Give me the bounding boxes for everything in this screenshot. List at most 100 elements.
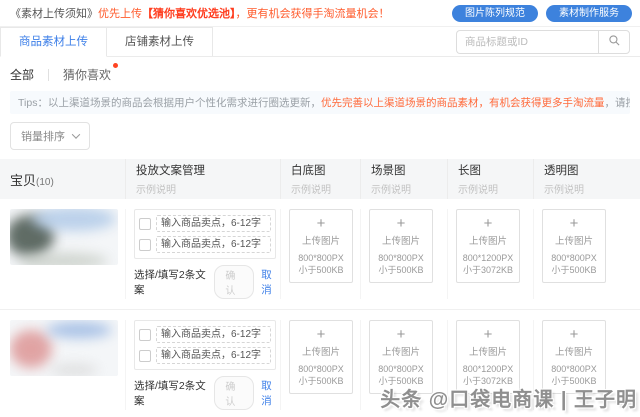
selling-point-input[interactable] [156, 347, 271, 364]
filter-guess-you-like[interactable]: 猜你喜欢 [63, 63, 119, 83]
plus-icon: + [483, 326, 493, 343]
column-title: 透明图 [544, 165, 579, 177]
upload-size: 800*800PX [298, 253, 344, 263]
tab-product-material[interactable]: 商品素材上传 [0, 27, 107, 57]
upload-cell-transparent: + 上传图片 800*800PX 小于500KB [533, 209, 640, 299]
filter-row: 全部 猜你喜欢 [0, 57, 640, 88]
sort-dropdown[interactable]: 销量排序 [10, 122, 90, 150]
notice-buttons: 图片陈列规范 素材制作服务 [452, 4, 632, 22]
copy-line [139, 345, 271, 366]
copywriting-box [134, 320, 276, 370]
notice-bar: 《素材上传须知》优先上传【猜你喜欢优选池】，更有机会获得手淘流量机会！ 图片陈列… [0, 0, 640, 27]
tips-text: Tips：以上渠道场景的商品会根据用户个性化需求进行圈选更新， [18, 97, 321, 109]
selling-point-input[interactable] [156, 236, 271, 253]
product-cell [0, 320, 125, 410]
watermark: 头条 @口袋电商课 | 王子明 [380, 389, 637, 411]
confirm-button[interactable]: 确认 [214, 265, 255, 299]
image-blob [10, 330, 52, 368]
chevron-down-icon [71, 130, 81, 139]
search-button[interactable] [598, 30, 630, 54]
upload-label: 上传图片 [301, 236, 340, 247]
confirm-button[interactable]: 确认 [214, 376, 255, 410]
notice-text: 《素材上传须知》优先上传【猜你喜欢优选池】，更有机会获得手淘流量机会！ [10, 5, 390, 21]
copy-hint: 选择/填写2条文案 [134, 380, 206, 407]
image-blob [46, 322, 112, 338]
product-image [10, 320, 118, 376]
product-cell [0, 209, 125, 299]
upload-size: 800*800PX [551, 364, 597, 374]
upload-label: 上传图片 [301, 347, 340, 358]
upload-cell-white-bg: + 上传图片 800*800PX 小于500KB [280, 320, 360, 410]
notice-prefix: 《素材上传须知》 [10, 8, 98, 20]
search-icon [608, 34, 621, 50]
copy-checkbox[interactable] [139, 217, 151, 230]
column-title: 投放文案管理 [136, 165, 205, 177]
copywriting-cell: 选择/填写2条文案 确认 取消 [125, 209, 280, 299]
column-header-white-bg: 白底图 示例说明 [280, 159, 360, 199]
upload-size: 800*1200PX [462, 253, 514, 263]
plus-icon: + [569, 215, 579, 232]
notice-highlight: 【猜你喜欢优选池】 [142, 8, 236, 20]
baby-title: 宝贝 [10, 172, 37, 188]
upload-label: 上传图片 [468, 347, 507, 358]
image-blob [32, 209, 116, 231]
upload-image-button[interactable]: + 上传图片 800*800PX 小于500KB [369, 209, 433, 284]
tab-bar: 商品素材上传 店铺素材上传 [0, 27, 640, 57]
copy-checkbox[interactable] [139, 349, 151, 362]
column-title: 白底图 [291, 165, 326, 177]
upload-image-button[interactable]: + 上传图片 800*1200PX 小于3072KB [456, 209, 520, 284]
plus-icon: + [396, 326, 406, 343]
column-header-scene: 场景图 示例说明 [360, 159, 447, 199]
upload-size: 800*800PX [551, 253, 597, 263]
column-header-transparent: 透明图 示例说明 [533, 159, 640, 199]
upload-cell-white-bg: + 上传图片 800*800PX 小于500KB [280, 209, 360, 299]
copy-line [139, 213, 271, 234]
image-display-spec-button[interactable]: 图片陈列规范 [452, 4, 538, 22]
plus-icon: + [316, 326, 326, 343]
sort-label: 销量排序 [21, 131, 65, 143]
upload-label: 上传图片 [554, 236, 593, 247]
upload-size: 800*800PX [298, 364, 344, 374]
upload-limit: 小于500KB [298, 265, 344, 276]
column-header-baby: 宝贝(10) [0, 159, 125, 199]
copy-hint: 选择/填写2条文案 [134, 269, 206, 296]
example-link[interactable]: 示例说明 [291, 181, 360, 196]
copy-line [139, 234, 271, 255]
search-input[interactable] [456, 30, 598, 54]
sort-row: 销量排序 [0, 114, 640, 159]
selling-point-input[interactable] [156, 215, 271, 232]
selling-point-input[interactable] [156, 326, 271, 343]
tips-banner: Tips：以上渠道场景的商品会根据用户个性化需求进行圈选更新，优先完善以上渠道场… [10, 91, 630, 114]
filter-all[interactable]: 全部 [10, 66, 34, 83]
column-title: 长图 [458, 165, 481, 177]
upload-label: 上传图片 [554, 347, 593, 358]
copy-line [139, 324, 271, 345]
tab-shop-material[interactable]: 店铺素材上传 [107, 27, 213, 56]
example-link[interactable]: 示例说明 [136, 181, 280, 196]
table-row: 选择/填写2条文案 确认 取消 + 上传图片 800*800PX 小于500KB… [0, 199, 640, 310]
filter-divider [48, 68, 50, 81]
tips-suffix: ，请按规范上传素材 [604, 97, 630, 109]
copywriting-cell: 选择/填写2条文案 确认 取消 [125, 320, 280, 410]
example-link[interactable]: 示例说明 [371, 181, 447, 196]
upload-limit: 小于500KB [378, 265, 424, 276]
upload-image-button[interactable]: + 上传图片 800*800PX 小于500KB [289, 209, 353, 284]
cancel-button[interactable]: 取消 [261, 267, 280, 297]
upload-image-button[interactable]: + 上传图片 800*800PX 小于500KB [289, 320, 353, 395]
upload-label: 上传图片 [468, 236, 507, 247]
material-service-button[interactable]: 素材制作服务 [546, 4, 632, 22]
search-box [456, 30, 630, 54]
copy-checkbox[interactable] [139, 328, 151, 341]
material-upload-page: 《素材上传须知》优先上传【猜你喜欢优选池】，更有机会获得手淘流量机会！ 图片陈列… [0, 0, 640, 417]
notice-suffix: ，更有机会获得手淘流量机会！ [235, 8, 390, 20]
copy-checkbox[interactable] [139, 238, 151, 251]
upload-image-button[interactable]: + 上传图片 800*800PX 小于500KB [542, 209, 606, 284]
upload-size: 800*800PX [378, 253, 424, 263]
upload-size: 800*1200PX [462, 364, 514, 374]
example-link[interactable]: 示例说明 [544, 181, 640, 196]
cancel-button[interactable]: 取消 [261, 378, 280, 408]
upload-cell-scene: + 上传图片 800*800PX 小于500KB [360, 209, 447, 299]
product-image [10, 209, 118, 265]
example-link[interactable]: 示例说明 [458, 181, 533, 196]
tips-highlight: 优先完善以上渠道场景的商品素材，有机会获得更多手淘流量 [320, 97, 605, 109]
